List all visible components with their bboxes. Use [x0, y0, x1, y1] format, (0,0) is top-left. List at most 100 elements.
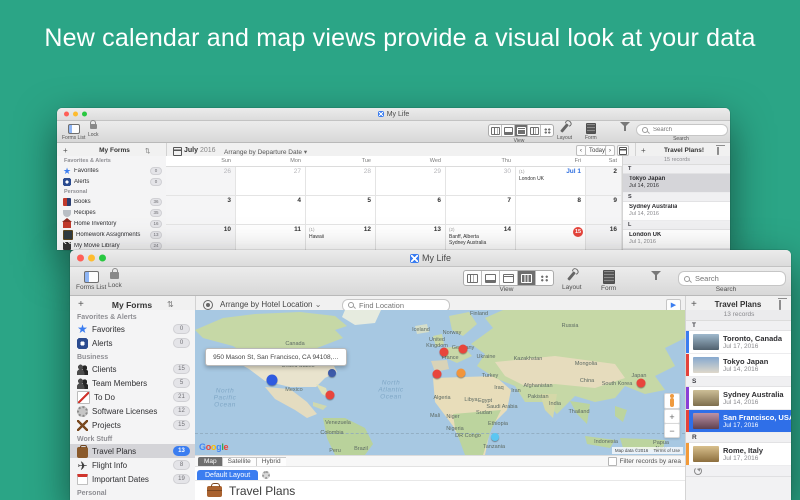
calendar-cell[interactable]: 28	[306, 167, 376, 196]
traffic-lights[interactable]	[77, 255, 106, 262]
zoom-out-button[interactable]: −	[664, 423, 680, 438]
calendar-cell[interactable]: 14(2)Banff, AlbertaSydney Australia	[446, 225, 516, 250]
back-titlebar[interactable]: My Life	[57, 108, 730, 121]
calendar-cell[interactable]: 6	[376, 196, 446, 225]
refresh-icon[interactable]	[694, 467, 702, 475]
sidebar-item-software-licenses[interactable]: Software Licenses12	[70, 404, 195, 418]
calendar-cell[interactable]: Jul 1(1)London UK	[516, 167, 586, 196]
sidebar-item-important-dates[interactable]: Important Dates19	[70, 472, 195, 486]
layout-button[interactable]: Layout	[562, 271, 582, 291]
view-columns-segment[interactable]	[489, 125, 502, 136]
record-row-rome-italy[interactable]: Rome, ItalyJul 17, 2016	[686, 443, 791, 466]
calendar-cell[interactable]: 11	[236, 225, 306, 250]
sort-chevrons-icon[interactable]: ⇅	[145, 147, 150, 155]
record-row-toronto-canada[interactable]: Toronto, CanadaJul 17, 2016	[686, 331, 791, 354]
delete-record-button[interactable]	[779, 300, 781, 309]
add-record-button[interactable]: +	[691, 299, 697, 310]
filter-by-area-checkbox[interactable]	[608, 457, 617, 466]
search-field[interactable]	[678, 271, 786, 286]
calendar-cell[interactable]: 27	[236, 167, 306, 196]
zoom-in-button[interactable]: +	[664, 409, 680, 424]
record-row-sydney-australia[interactable]: Sydney AustraliaJul 14, 2016	[623, 202, 730, 221]
calendar-event[interactable]: Hawaii	[309, 234, 371, 240]
calendar-cell[interactable]: 16	[586, 225, 622, 250]
sidebar-item-flight-info[interactable]: Flight Info8	[70, 458, 195, 472]
view-grid-segment[interactable]	[541, 125, 553, 136]
forms-list-button[interactable]: Forms List	[62, 124, 85, 141]
sidebar-item-alerts[interactable]: Alerts0	[57, 176, 166, 187]
sidebar-item-alerts[interactable]: Alerts0	[70, 336, 195, 350]
view-map-segment[interactable]	[518, 271, 536, 285]
sidebar-item-favorites[interactable]: Favorites0	[70, 322, 195, 336]
sidebar-item-home-inventory[interactable]: Home Inventory16	[57, 218, 166, 229]
next-month-button[interactable]: ›	[605, 145, 615, 156]
arrange-by-dropdown[interactable]: Arrange by Departure Date ▾	[224, 148, 307, 156]
front-titlebar[interactable]: My Life	[70, 250, 791, 267]
gear-icon[interactable]	[262, 471, 270, 479]
calendar-cell[interactable]: 2	[586, 167, 622, 196]
record-row-london-uk[interactable]: London UKJul 1, 2016	[623, 230, 730, 249]
calendar-cell[interactable]: 5	[306, 196, 376, 225]
calendar-cell[interactable]: 3	[166, 196, 236, 225]
view-map-segment[interactable]	[528, 125, 541, 136]
record-row-tokyo-japan[interactable]: Tokyo JapanJul 14, 2016	[623, 174, 730, 193]
record-row-tokyo-japan[interactable]: Tokyo JapanJul 14, 2016	[686, 354, 791, 377]
forms-header[interactable]: My Forms	[87, 147, 142, 154]
sidebar-item-books[interactable]: Books36	[57, 196, 166, 207]
arrange-by-dropdown[interactable]: Arrange by Hotel Location ⌄	[220, 300, 321, 309]
sidebar-item-travel-plans[interactable]: Travel Plans13	[70, 444, 195, 458]
calendar-cell[interactable]: 26	[166, 167, 236, 196]
traffic-lights[interactable]	[64, 112, 87, 117]
map-pin[interactable]	[328, 369, 336, 377]
address-callout[interactable]: 950 Mason St, San Francisco, CA 94108,…	[205, 348, 347, 366]
search-input[interactable]	[693, 273, 780, 284]
add-record-button[interactable]: +	[641, 146, 646, 155]
map-pin[interactable]	[637, 379, 646, 388]
calendar-cell[interactable]: 12(1)Hawaii	[306, 225, 376, 250]
hybrid-mode-button[interactable]: Hybrid	[256, 457, 286, 467]
view-calendar-segment[interactable]	[500, 271, 518, 285]
sidebar-item-to-do[interactable]: To Do21	[70, 390, 195, 404]
record-row-sydney-australia[interactable]: Sydney AustraliaJul 14, 2016	[686, 387, 791, 410]
view-list-segment[interactable]	[482, 271, 500, 285]
calendar-cell[interactable]: 30	[446, 167, 516, 196]
minimize-button[interactable]	[88, 255, 95, 262]
sidebar-item-homework-assignments[interactable]: Homework Assignments13	[57, 229, 166, 240]
add-form-button[interactable]: +	[78, 299, 84, 310]
calendar-cell[interactable]: 10	[166, 225, 236, 250]
calendar-cell[interactable]: 9	[586, 196, 622, 225]
map-pin[interactable]	[491, 433, 499, 441]
view-calendar-segment[interactable]	[515, 125, 528, 136]
month-view-button[interactable]	[617, 145, 629, 156]
forms-header[interactable]: My Forms	[100, 300, 164, 310]
map-pin[interactable]	[457, 369, 466, 378]
map-mode-button[interactable]: Map	[198, 457, 222, 467]
world-map[interactable]: North Pacific OceanNorth Atlantic OceanC…	[195, 310, 685, 455]
satellite-mode-button[interactable]: Satellite	[222, 457, 256, 467]
sidebar-item-clients[interactable]: Clients15	[70, 362, 195, 376]
sidebar-item-my-movie-library[interactable]: My Movie Library24	[57, 240, 166, 250]
find-location-input[interactable]	[357, 300, 444, 311]
sort-chevrons-icon[interactable]: ⇅	[167, 300, 174, 309]
filter-button[interactable]	[651, 276, 661, 285]
map-pin[interactable]	[326, 391, 335, 400]
search-field[interactable]	[636, 124, 728, 136]
calendar-cell[interactable]: 15	[516, 225, 586, 250]
calendar-cell[interactable]: 7	[446, 196, 516, 225]
lock-button[interactable]: Lock	[88, 121, 99, 138]
view-grid-segment[interactable]	[536, 271, 553, 285]
form-button[interactable]: Form	[585, 123, 597, 141]
minimize-button[interactable]	[73, 112, 78, 117]
street-view-pegman-button[interactable]	[664, 393, 680, 409]
sidebar-item-team-members[interactable]: Team Members5	[70, 376, 195, 390]
calendar-cell[interactable]: 8	[516, 196, 586, 225]
zoom-button[interactable]	[99, 255, 106, 262]
layout-button[interactable]: Layout	[557, 123, 572, 141]
add-form-button[interactable]: +	[63, 146, 68, 155]
sidebar-item-projects[interactable]: Projects15	[70, 418, 195, 432]
close-button[interactable]	[77, 255, 84, 262]
calendar-event[interactable]: London UK	[519, 176, 581, 182]
record-row-san-francisco-usa[interactable]: San Francisco, USAJul 17, 2016	[686, 410, 791, 433]
lock-button[interactable]: Lock	[108, 269, 122, 289]
calendar-cell[interactable]: 13	[376, 225, 446, 250]
